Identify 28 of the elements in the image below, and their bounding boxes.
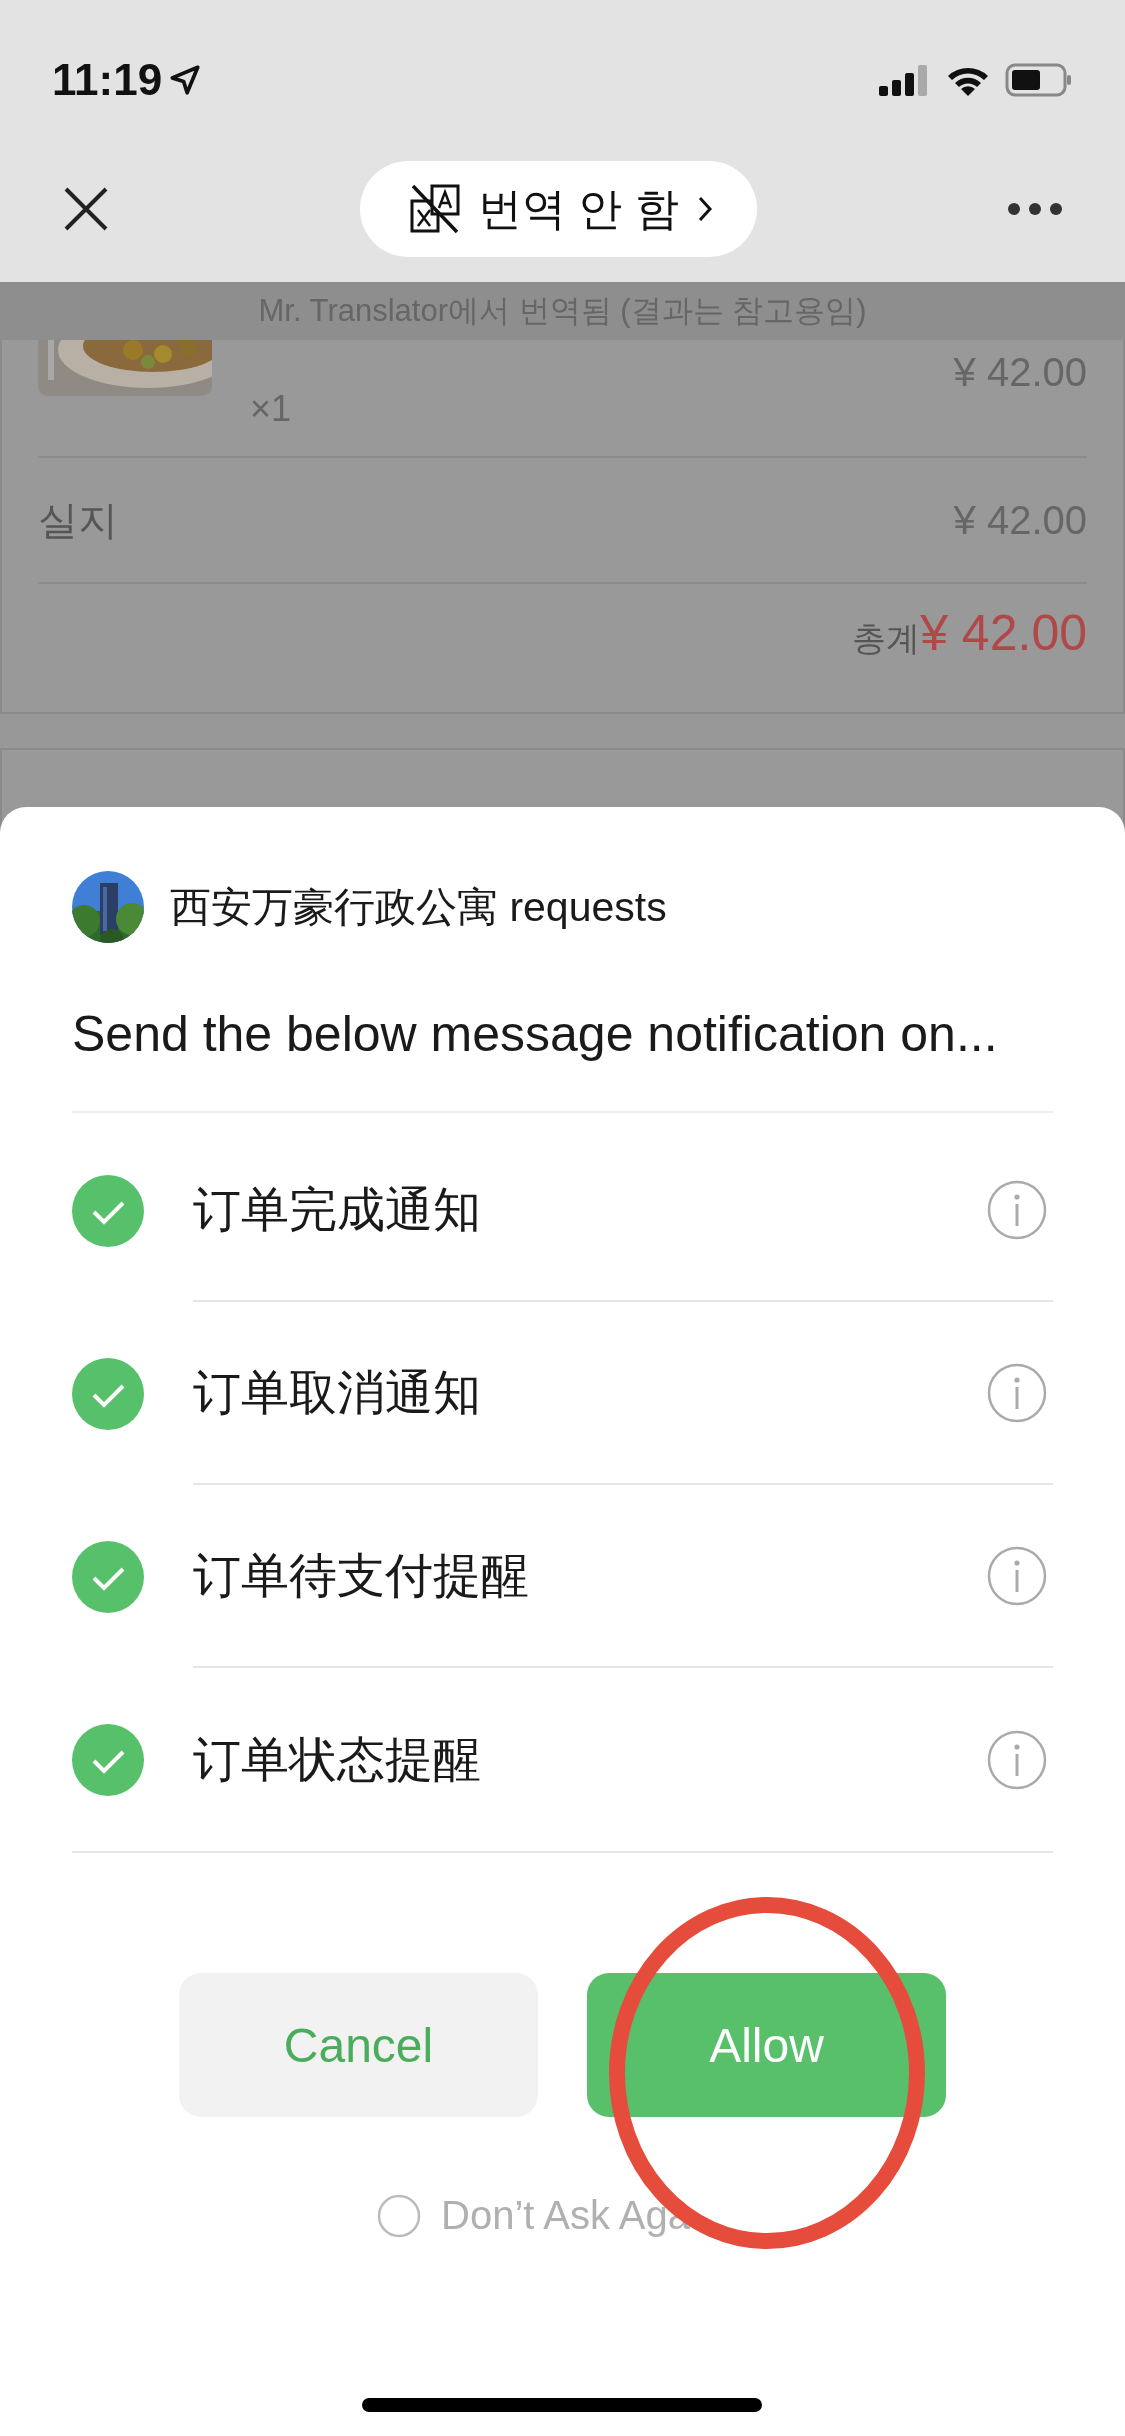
info-icon[interactable] (987, 1729, 1047, 1790)
close-icon (62, 185, 110, 233)
info-icon[interactable] (987, 1545, 1047, 1606)
check-circle-icon[interactable] (72, 1174, 144, 1247)
notification-label: 订单完成通知 (193, 1181, 481, 1238)
total-label: 총계 (852, 619, 921, 659)
battery-icon (1005, 63, 1073, 97)
radio-button[interactable] (377, 2193, 421, 2238)
info-icon[interactable] (987, 1362, 1047, 1423)
app-name: 西安万豪行政公寓 requests (170, 882, 667, 932)
check-circle-icon[interactable] (72, 1357, 144, 1430)
translate-off-icon (410, 183, 461, 235)
total-value: ¥ 42.00 (920, 604, 1087, 662)
check-circle-icon[interactable] (72, 1723, 144, 1796)
notification-label: 订单取消通知 (193, 1364, 481, 1421)
more-icon (1007, 202, 1063, 216)
check-circle-icon[interactable] (72, 1540, 144, 1613)
location-arrow-icon (168, 63, 203, 97)
info-icon[interactable] (987, 1179, 1047, 1240)
translate-button[interactable]: 번역 안 함 (360, 161, 757, 257)
cancel-button[interactable]: Cancel (179, 1973, 538, 2117)
notification-label: 订单待支付提醒 (193, 1547, 529, 1604)
request-message: Send the below message notification on... (72, 943, 1053, 1113)
row-label: 실지 (38, 496, 118, 544)
chevron-right-icon (696, 195, 713, 223)
notification-label: 订单状态提醒 (193, 1731, 481, 1788)
allow-button[interactable]: Allow (587, 1973, 946, 2117)
status-time: 11:19 (52, 55, 163, 105)
